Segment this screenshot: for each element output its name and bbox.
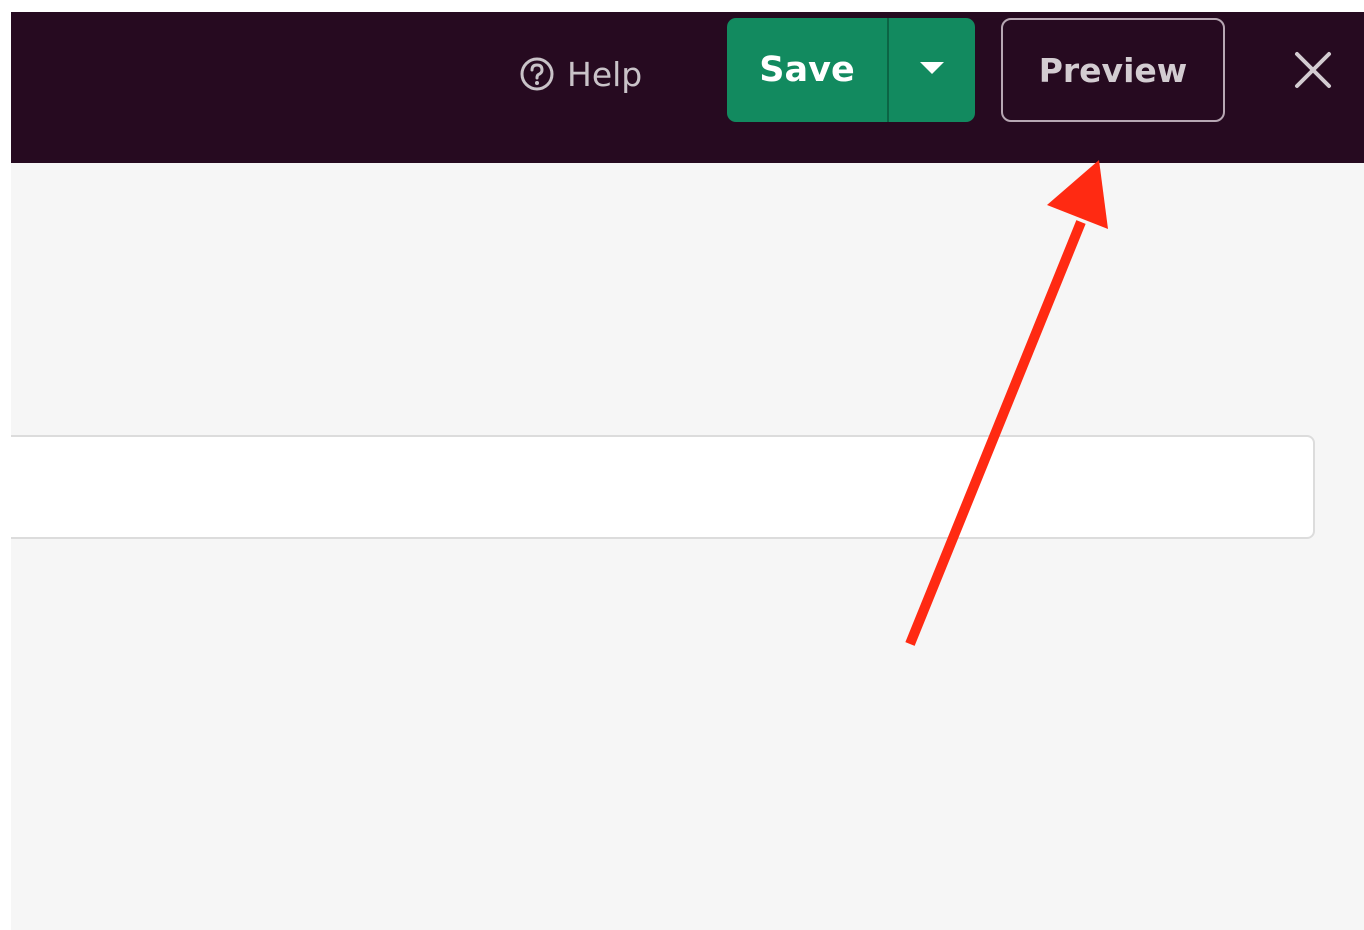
content-text-field[interactable] bbox=[11, 435, 1315, 539]
question-circle-icon bbox=[519, 56, 555, 92]
top-toolbar: Help Save Preview bbox=[11, 12, 1364, 163]
close-button[interactable] bbox=[1291, 48, 1335, 92]
caret-down-icon bbox=[919, 60, 945, 80]
save-button[interactable]: Save bbox=[727, 18, 887, 122]
help-label: Help bbox=[567, 54, 643, 94]
save-options-dropdown[interactable] bbox=[889, 18, 975, 122]
preview-button[interactable]: Preview bbox=[1001, 18, 1225, 122]
editor-window: Help Save Preview bbox=[11, 12, 1364, 930]
help-link[interactable]: Help bbox=[519, 52, 642, 96]
close-icon bbox=[1291, 52, 1335, 96]
save-split-button: Save bbox=[727, 18, 975, 122]
